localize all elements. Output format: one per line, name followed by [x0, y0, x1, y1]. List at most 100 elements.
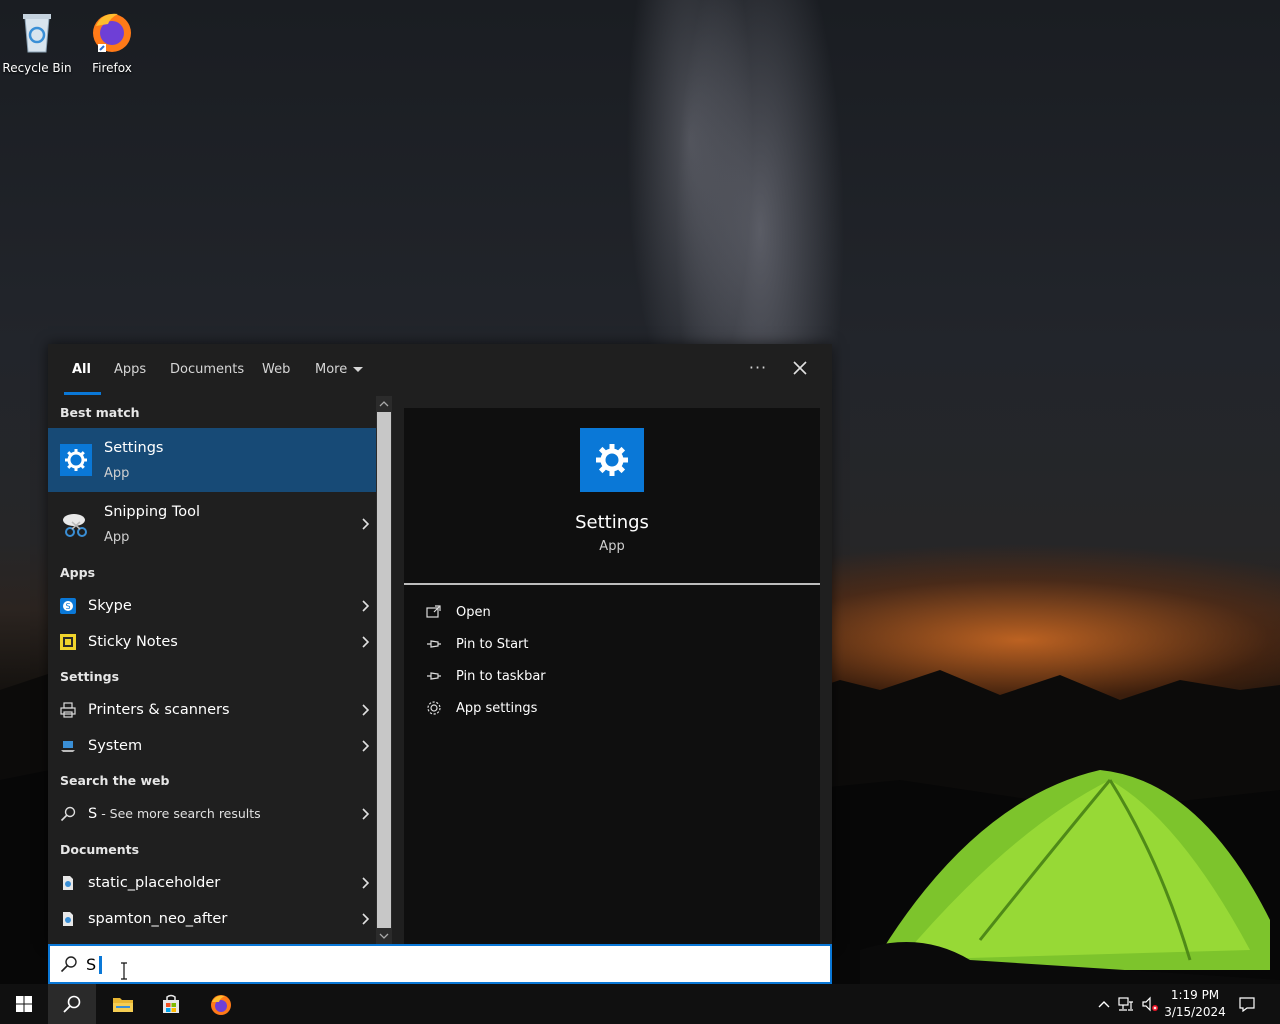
- printer-icon: [60, 702, 76, 718]
- taskbar-microsoft-store[interactable]: [147, 984, 195, 1024]
- results-list: Best match Settings App Snipping Tool Ap…: [48, 396, 376, 944]
- search-tabs: All Apps Documents Web More ···: [48, 344, 832, 396]
- preview-subtitle: App: [599, 539, 625, 554]
- snipping-tool-icon: [63, 514, 87, 537]
- taskbar-file-explorer[interactable]: [98, 984, 146, 1024]
- tab-web[interactable]: Web: [262, 362, 290, 377]
- pin-icon: [427, 640, 441, 648]
- settings-gear-icon: [580, 428, 644, 492]
- preview-title: Settings: [575, 512, 649, 533]
- firefox-icon: [93, 13, 131, 52]
- search-box[interactable]: [48, 944, 832, 984]
- more-options-button[interactable]: ···: [748, 358, 768, 378]
- taskbar-clock[interactable]: 1:19 PM 3/15/2024: [1160, 987, 1230, 1021]
- desktop-icon-label: Recycle Bin: [2, 61, 72, 75]
- section-search-web: Search the web: [60, 773, 170, 788]
- result-document[interactable]: spamton_neo_after: [48, 901, 376, 937]
- action-label: Open: [456, 605, 491, 620]
- scroll-down-arrow-icon[interactable]: [376, 928, 392, 944]
- chevron-right-icon[interactable]: [362, 913, 370, 925]
- action-pin-to-taskbar[interactable]: Pin to taskbar: [426, 665, 726, 691]
- chevron-right-icon[interactable]: [362, 636, 370, 648]
- open-icon: [426, 605, 441, 618]
- mouse-ibeam-cursor-icon: [121, 962, 127, 980]
- result-web-search[interactable]: S - See more search results: [48, 796, 376, 832]
- desktop-icon-firefox[interactable]: Firefox: [76, 8, 148, 75]
- scrollbar-thumb[interactable]: [377, 412, 391, 928]
- section-apps: Apps: [60, 565, 96, 580]
- document-icon: [63, 912, 73, 926]
- volume-muted-icon[interactable]: [1142, 996, 1158, 1012]
- web-query-text: S - See more search results: [88, 806, 261, 822]
- action-app-settings[interactable]: App settings: [426, 697, 726, 723]
- section-best-match: Best match: [60, 405, 140, 420]
- chevron-right-icon[interactable]: [362, 518, 370, 530]
- folder-icon: [113, 998, 133, 1012]
- result-title: static_placeholder: [88, 875, 221, 891]
- taskbar-search-button[interactable]: [48, 984, 96, 1024]
- result-settings-best-match[interactable]: Settings App: [48, 428, 376, 492]
- result-title: Skype: [88, 598, 132, 614]
- active-tab-indicator: [64, 392, 101, 395]
- scroll-up-arrow-icon[interactable]: [376, 396, 392, 412]
- action-label: Pin to taskbar: [456, 669, 546, 684]
- store-bag-icon: [163, 994, 179, 1013]
- taskbar: 1:19 PM 3/15/2024: [0, 984, 1280, 1024]
- result-skype[interactable]: S Skype: [48, 588, 376, 624]
- network-icon[interactable]: [1118, 996, 1134, 1012]
- search-icon: [60, 956, 77, 973]
- action-pin-to-start[interactable]: Pin to Start: [426, 633, 726, 659]
- settings-gear-icon: [60, 444, 92, 476]
- tab-documents[interactable]: Documents: [170, 362, 244, 377]
- result-title: System: [88, 738, 143, 754]
- search-icon: [63, 995, 81, 1013]
- result-system[interactable]: System: [48, 728, 376, 764]
- desktop-icon-recycle-bin[interactable]: Recycle Bin: [1, 8, 73, 75]
- desktop-icon-label: Firefox: [92, 61, 132, 75]
- search-input[interactable]: [86, 952, 786, 976]
- close-icon[interactable]: [788, 356, 812, 380]
- search-panel: All Apps Documents Web More ··· Best mat…: [48, 344, 832, 944]
- pin-icon: [427, 672, 441, 680]
- result-printers-scanners[interactable]: Printers & scanners: [48, 692, 376, 728]
- clock-date: 3/15/2024: [1164, 1005, 1226, 1019]
- result-snipping-tool[interactable]: Snipping Tool App: [48, 492, 376, 556]
- document-icon: [63, 876, 73, 890]
- result-sticky-notes[interactable]: Sticky Notes: [48, 624, 376, 660]
- result-title: Sticky Notes: [88, 634, 178, 650]
- chevron-right-icon[interactable]: [362, 704, 370, 716]
- section-settings: Settings: [60, 669, 120, 684]
- start-button[interactable]: [0, 984, 48, 1024]
- tab-all[interactable]: All: [72, 362, 91, 377]
- action-open[interactable]: Open: [426, 601, 726, 627]
- chevron-right-icon[interactable]: [362, 808, 370, 820]
- text-caret: [99, 956, 102, 974]
- caret-down-icon: [353, 367, 364, 372]
- taskbar-firefox[interactable]: [196, 984, 244, 1024]
- chevron-right-icon[interactable]: [362, 740, 370, 752]
- web-query: S: [88, 806, 98, 822]
- result-subtitle: App: [104, 466, 130, 481]
- sticky-notes-icon: [60, 634, 76, 650]
- chevron-up-icon[interactable]: [1096, 996, 1112, 1012]
- result-title: Snipping Tool: [104, 504, 201, 520]
- result-document[interactable]: static_placeholder: [48, 865, 376, 901]
- tab-more[interactable]: More: [315, 362, 364, 377]
- result-title: Printers & scanners: [88, 702, 230, 718]
- web-query-suffix: - See more search results: [97, 806, 261, 821]
- tab-more-label: More: [315, 362, 348, 377]
- gear-icon: [427, 701, 441, 715]
- firefox-icon: [211, 995, 231, 1015]
- chevron-right-icon[interactable]: [362, 877, 370, 889]
- clock-time: 1:19 PM: [1170, 988, 1220, 1002]
- results-scrollbar[interactable]: [376, 396, 392, 944]
- tab-apps[interactable]: Apps: [114, 362, 146, 377]
- svg-text:S: S: [65, 602, 70, 611]
- search-icon: [60, 806, 76, 822]
- result-subtitle: App: [104, 530, 130, 545]
- action-label: Pin to Start: [456, 637, 529, 652]
- chevron-right-icon[interactable]: [362, 600, 370, 612]
- tent-image: [860, 770, 1280, 984]
- preview-pane: Settings App Open Pin to Start Pin to ta…: [404, 408, 820, 944]
- action-center-notification-icon[interactable]: [1239, 996, 1255, 1012]
